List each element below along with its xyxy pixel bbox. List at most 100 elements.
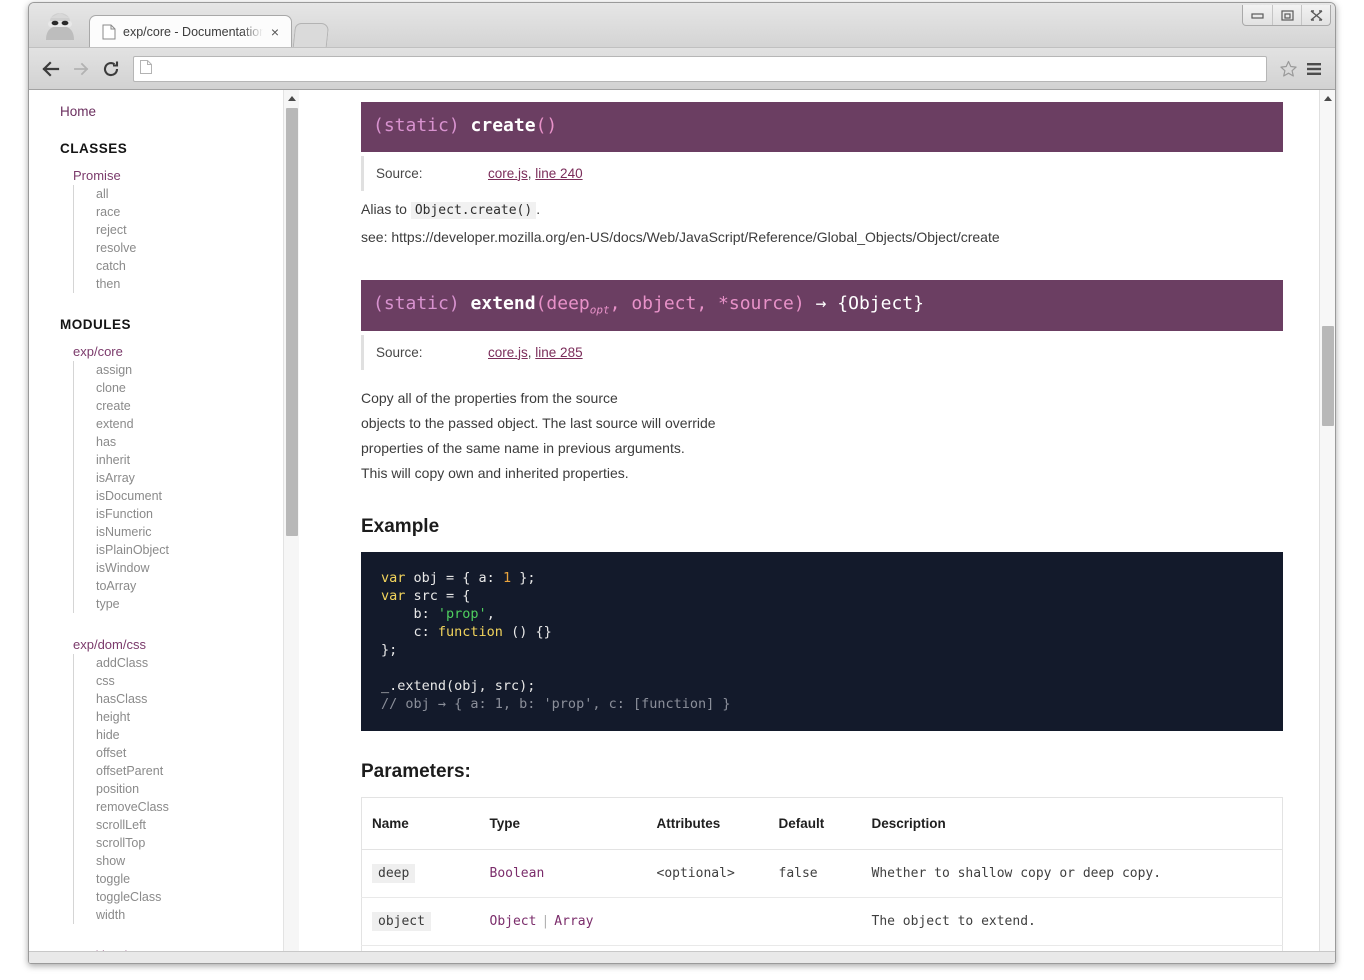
code-token: src = {	[405, 587, 471, 604]
sidebar-item-scrolltop[interactable]: scrollTop	[96, 834, 299, 852]
alias-prefix: Alias to	[361, 200, 407, 217]
sidebar-item-removeclass[interactable]: removeClass	[96, 798, 299, 816]
maximize-icon[interactable]	[1272, 5, 1301, 25]
sidebar-item-type[interactable]: type	[96, 595, 299, 613]
reload-icon[interactable]	[97, 55, 125, 83]
browser-window: exp/core - Documentation × Home CLASSES …	[28, 2, 1336, 964]
sidebar-item-catch[interactable]: catch	[96, 257, 299, 275]
scroll-up-arrow-icon[interactable]	[284, 90, 299, 106]
back-icon[interactable]	[37, 55, 65, 83]
page-viewport: Home CLASSES Promise all race reject res…	[29, 89, 1335, 963]
sidebar-scrollbar[interactable]	[283, 90, 299, 963]
signature-header-create: (static) create()	[361, 102, 1283, 152]
source-line-create: Source: core.js, line 240	[361, 155, 1283, 191]
sidebar-item-extend[interactable]: extend	[96, 415, 299, 433]
status-bar	[29, 951, 1335, 963]
function-params: ()	[535, 115, 558, 136]
close-icon[interactable]: ×	[267, 24, 283, 40]
browser-toolbar	[29, 47, 1335, 89]
sidebar-item-position[interactable]: position	[96, 780, 299, 798]
new-tab-button[interactable]	[292, 23, 330, 47]
sidebar-item-then[interactable]: then	[96, 275, 299, 293]
sidebar-item-home[interactable]: Home	[60, 104, 299, 119]
sidebar-item-has[interactable]: has	[96, 433, 299, 451]
sidebar-group-title[interactable]: exp/core	[73, 344, 299, 359]
source-file-link[interactable]: core.js	[488, 166, 528, 181]
column-header-name: Name	[361, 797, 480, 850]
description-line: objects to the passed object. The last s…	[361, 414, 716, 431]
sidebar-item-assign[interactable]: assign	[96, 361, 299, 379]
sidebar-scrollbar-thumb[interactable]	[286, 108, 298, 536]
cell-type: Object | Array	[479, 897, 647, 946]
column-header-type: Type	[479, 797, 647, 850]
sidebar-item-height[interactable]: height	[96, 708, 299, 726]
cell-name: deep	[361, 849, 480, 898]
minimize-icon[interactable]	[1243, 5, 1272, 25]
sidebar-item-isfunction[interactable]: isFunction	[96, 505, 299, 523]
source-file-link[interactable]: core.js	[488, 345, 528, 360]
description-line: This will copy own and inherited propert…	[361, 464, 629, 481]
sidebar-item-toggleclass[interactable]: toggleClass	[96, 888, 299, 906]
sidebar-item-iswindow[interactable]: isWindow	[96, 559, 299, 577]
sidebar-item-width[interactable]: width	[96, 906, 299, 924]
function-name: extend	[470, 292, 536, 314]
sidebar-item-isplainobject[interactable]: isPlainObject	[96, 541, 299, 559]
address-bar[interactable]	[133, 55, 1267, 82]
sidebar-item-isdocument[interactable]: isDocument	[96, 487, 299, 505]
sidebar-item-isarray[interactable]: isArray	[96, 469, 299, 487]
sidebar-item-scrollleft[interactable]: scrollLeft	[96, 816, 299, 834]
scroll-up-arrow-icon[interactable]	[1320, 90, 1335, 106]
code-token: function	[437, 623, 503, 640]
example-heading: Example	[361, 515, 440, 537]
optional-marker: opt	[589, 303, 610, 317]
sidebar-item-create[interactable]: create	[96, 397, 299, 415]
sidebar-item-resolve[interactable]: resolve	[96, 239, 299, 257]
sidebar-item-show[interactable]: show	[96, 852, 299, 870]
close-icon[interactable]	[1301, 5, 1330, 25]
sidebar-heading-classes: CLASSES	[60, 141, 128, 156]
table-header-row: Name Type Attributes Default Description	[361, 797, 1283, 850]
cell-description: The object to extend.	[861, 897, 1283, 946]
star-icon[interactable]	[1275, 56, 1301, 82]
sidebar-item-addclass[interactable]: addClass	[96, 654, 299, 672]
sidebar-item-hasclass[interactable]: hasClass	[96, 690, 299, 708]
params-rest: , object, *source)	[609, 292, 805, 314]
sidebar-item-inherit[interactable]: inherit	[96, 451, 299, 469]
sidebar-group-title[interactable]: Promise	[73, 168, 299, 183]
parameters-table: Name Type Attributes Default Description…	[361, 796, 1283, 963]
sidebar-item-offsetparent[interactable]: offsetParent	[96, 762, 299, 780]
sidebar-item-toggle[interactable]: toggle	[96, 870, 299, 888]
page-scrollbar[interactable]	[1319, 90, 1335, 963]
sidebar-group-exp-core: exp/core assign clone create extend has …	[51, 344, 299, 613]
alias-suffix: .	[536, 200, 541, 217]
window-controls	[1242, 5, 1331, 26]
sidebar-item-reject[interactable]: reject	[96, 221, 299, 239]
sidebar-group-title[interactable]: exp/dom/css	[73, 637, 299, 652]
cell-type: Boolean	[479, 849, 647, 898]
source-line-link[interactable]: line 240	[535, 166, 582, 181]
source-line-link[interactable]: line 285	[535, 345, 582, 360]
sidebar-item-clone[interactable]: clone	[96, 379, 299, 397]
source-separator: ,	[527, 165, 532, 181]
browser-tab[interactable]: exp/core - Documentation ×	[89, 15, 292, 47]
param-type[interactable]: Boolean	[490, 866, 545, 881]
column-header-default: Default	[768, 797, 862, 850]
param-type[interactable]: Array	[554, 914, 593, 929]
sidebar-group-exp-dom-css: exp/dom/css addClass css hasClass height…	[51, 637, 299, 924]
sidebar-item-all[interactable]: all	[96, 185, 299, 203]
sidebar-list: addClass css hasClass height hide offset…	[73, 654, 299, 924]
function-params: (deepopt, object, *source)	[535, 292, 805, 317]
sidebar-item-hide[interactable]: hide	[96, 726, 299, 744]
docs-content: (static) create() Source: core.js, line …	[300, 90, 1319, 963]
sidebar-item-toarray[interactable]: toArray	[96, 577, 299, 595]
sidebar-item-race[interactable]: race	[96, 203, 299, 221]
sidebar-item-css[interactable]: css	[96, 672, 299, 690]
sidebar-item-offset[interactable]: offset	[96, 744, 299, 762]
page-scrollbar-thumb[interactable]	[1322, 326, 1334, 426]
forward-icon[interactable]	[67, 55, 95, 83]
sidebar-item-isnumeric[interactable]: isNumeric	[96, 523, 299, 541]
code-token: // obj → { a: 1, b: 'prop', c: [function…	[381, 695, 731, 712]
hamburger-menu-icon[interactable]	[1301, 56, 1327, 82]
param-type[interactable]: Object	[490, 914, 537, 929]
paren-open: (	[535, 292, 547, 314]
